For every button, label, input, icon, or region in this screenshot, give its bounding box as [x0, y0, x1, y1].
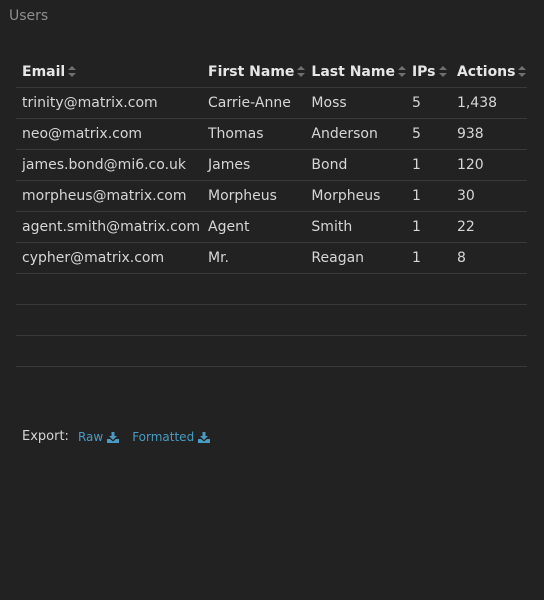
cell-email: agent.smith@matrix.com — [16, 211, 202, 243]
table-row: morpheus@matrix.com Morpheus Morpheus 1 … — [16, 180, 527, 212]
sort-icon[interactable] — [397, 66, 406, 77]
cell-last-name: Bond — [305, 149, 406, 181]
cell-actions: 120 — [450, 149, 527, 181]
cell-ips: 1 — [405, 211, 451, 243]
cell-first-name: Agent — [202, 211, 306, 243]
table-row: agent.smith@matrix.com Agent Smith 1 22 — [16, 211, 527, 243]
cell-last-name: Reagan — [305, 242, 406, 274]
cell-email: morpheus@matrix.com — [16, 180, 202, 212]
cell-ips: 5 — [405, 118, 451, 150]
cell-actions: 8 — [450, 242, 527, 274]
cell-email: james.bond@mi6.co.uk — [16, 149, 202, 181]
column-header-last-name[interactable]: Last Name — [305, 57, 406, 88]
download-icon — [198, 431, 211, 443]
cell-first-name: Carrie-Anne — [202, 87, 306, 119]
cell-ips: 5 — [405, 87, 451, 119]
users-panel: Users Email First Name Last Name IPs Act… — [0, 0, 544, 600]
cell-first-name: Morpheus — [202, 180, 306, 212]
cell-last-name: Morpheus — [305, 180, 406, 212]
download-icon — [107, 431, 120, 443]
sort-icon[interactable] — [297, 66, 306, 77]
column-header-ips[interactable]: IPs — [405, 57, 451, 88]
table-header-row: Email First Name Last Name IPs Actions — [16, 57, 527, 88]
sort-icon[interactable] — [518, 66, 527, 77]
cell-email: cypher@matrix.com — [16, 242, 202, 274]
column-header-first-name[interactable]: First Name — [202, 57, 306, 88]
export-formatted-link[interactable]: Formatted — [132, 429, 211, 445]
table-row: james.bond@mi6.co.uk James Bond 1 120 — [16, 149, 527, 181]
cell-ips: 1 — [405, 149, 451, 181]
cell-first-name: James — [202, 149, 306, 181]
column-label: IPs — [411, 64, 436, 80]
empty-row — [16, 273, 527, 305]
cell-ips: 1 — [405, 180, 451, 212]
table-row: neo@matrix.com Thomas Anderson 5 938 — [16, 118, 527, 150]
cell-first-name: Mr. — [202, 242, 306, 274]
column-label: Email — [22, 64, 66, 80]
sort-icon[interactable] — [68, 66, 77, 77]
panel-title: Users — [9, 8, 49, 24]
export-raw-link[interactable]: Raw — [77, 429, 120, 445]
export-formatted-label: Formatted — [132, 430, 195, 444]
cell-last-name: Smith — [305, 211, 406, 243]
cell-actions: 22 — [450, 211, 527, 243]
export-bar: Export: Raw Formatted — [22, 429, 223, 445]
column-header-actions[interactable]: Actions — [450, 57, 527, 88]
cell-first-name: Thomas — [202, 118, 306, 150]
column-label: Actions — [456, 64, 516, 80]
cell-actions: 30 — [450, 180, 527, 212]
column-header-email[interactable]: Email — [16, 57, 202, 88]
cell-email: trinity@matrix.com — [16, 87, 202, 119]
export-raw-label: Raw — [77, 430, 104, 444]
export-label: Export: — [22, 429, 69, 444]
column-label: First Name — [208, 64, 295, 80]
cell-ips: 1 — [405, 242, 451, 274]
cell-last-name: Moss — [305, 87, 406, 119]
sort-icon[interactable] — [438, 66, 447, 77]
column-label: Last Name — [311, 64, 395, 80]
users-table: Email First Name Last Name IPs Actions t… — [16, 57, 527, 367]
empty-row — [16, 304, 527, 336]
cell-email: neo@matrix.com — [16, 118, 202, 150]
table-row: cypher@matrix.com Mr. Reagan 1 8 — [16, 242, 527, 274]
table-row: trinity@matrix.com Carrie-Anne Moss 5 1,… — [16, 87, 527, 119]
cell-actions: 1,438 — [450, 87, 527, 119]
cell-actions: 938 — [450, 118, 527, 150]
empty-row — [16, 335, 527, 367]
cell-last-name: Anderson — [305, 118, 406, 150]
